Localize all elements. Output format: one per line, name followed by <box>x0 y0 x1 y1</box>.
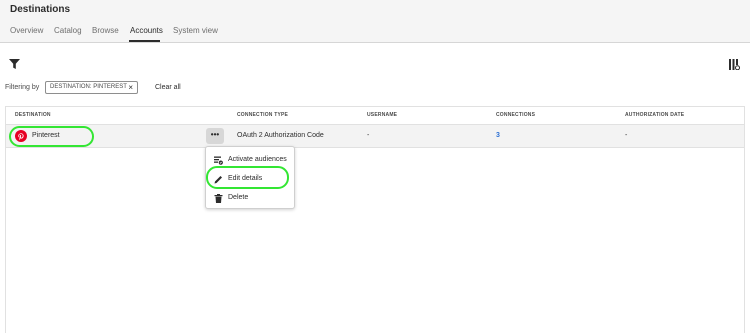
menu-item-label: Delete <box>228 194 249 201</box>
clear-all-link[interactable]: Clear all <box>155 84 181 91</box>
tab-overview[interactable]: Overview <box>10 26 43 35</box>
column-header-authorization-date[interactable]: AUTHORIZATION DATE <box>625 112 684 118</box>
connection-type-cell: OAuth 2 Authorization Code <box>237 132 324 139</box>
activate-audiences-icon <box>214 156 223 165</box>
page-header: Destinations Overview Catalog Browse Acc… <box>0 0 750 43</box>
column-header-connection-type[interactable]: CONNECTION TYPE <box>237 112 288 118</box>
filtering-by-label: Filtering by <box>5 84 40 91</box>
tab-catalog[interactable]: Catalog <box>54 26 82 35</box>
trash-icon <box>214 194 223 203</box>
column-settings-icon[interactable] <box>729 59 740 70</box>
tab-browse[interactable]: Browse <box>92 26 119 35</box>
remove-filter-icon[interactable]: × <box>128 82 133 93</box>
filter-tag: DESTINATION: PINTEREST × <box>45 81 138 94</box>
edit-details-highlight <box>206 166 289 189</box>
table-header: DESTINATION CONNECTION TYPE USERNAME CON… <box>6 107 744 124</box>
active-tab-indicator <box>129 40 160 42</box>
authorization-date-cell: - <box>625 132 628 139</box>
menu-item-delete[interactable]: Delete <box>206 190 294 207</box>
more-actions-button[interactable]: ••• <box>206 128 224 144</box>
page-title: Destinations <box>10 4 71 15</box>
column-header-connections[interactable]: CONNECTIONS <box>496 112 535 118</box>
tab-accounts[interactable]: Accounts <box>130 26 163 35</box>
tab-system-view[interactable]: System view <box>173 26 218 35</box>
table-row[interactable]: Pinterest ••• OAuth 2 Authorization Code… <box>6 124 744 148</box>
column-header-username[interactable]: USERNAME <box>367 112 397 118</box>
username-cell: - <box>367 132 370 139</box>
column-header-destination[interactable]: DESTINATION <box>15 112 51 118</box>
destination-highlight <box>9 126 94 147</box>
connections-link[interactable]: 3 <box>496 132 500 139</box>
menu-item-label: Activate audiences <box>228 156 287 163</box>
filter-tag-label: DESTINATION: PINTEREST <box>50 84 127 90</box>
filter-icon[interactable] <box>9 59 20 69</box>
accounts-table: DESTINATION CONNECTION TYPE USERNAME CON… <box>5 106 745 333</box>
